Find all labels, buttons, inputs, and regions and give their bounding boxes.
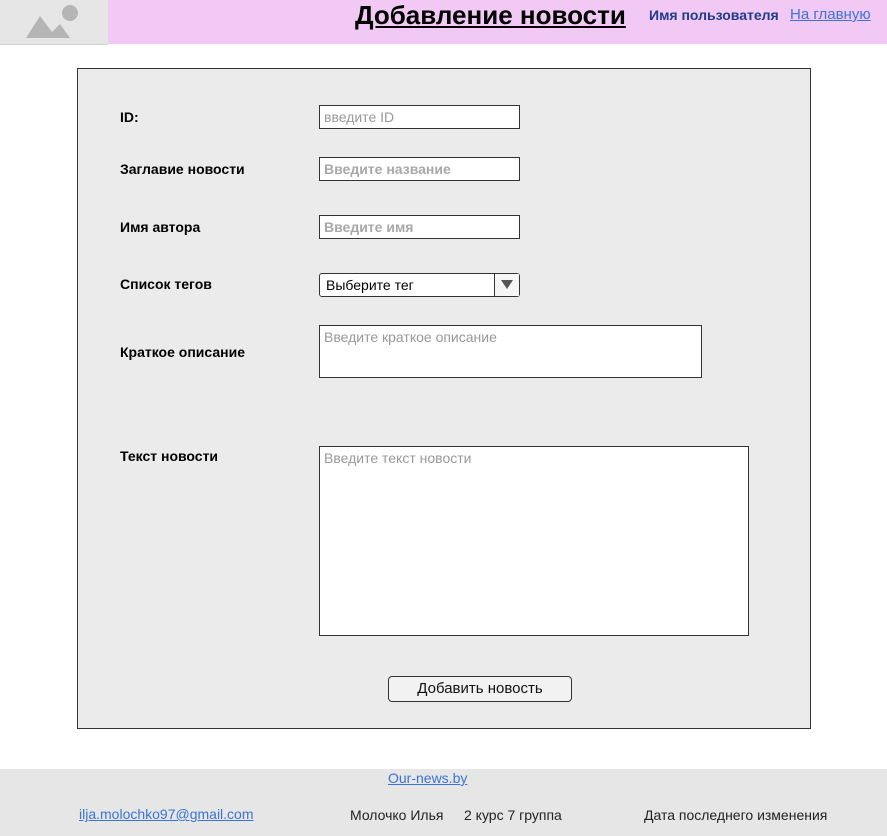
title-input[interactable] (319, 157, 520, 181)
user-name[interactable]: Имя пользователя (649, 7, 779, 23)
dropdown-arrow[interactable] (494, 274, 519, 296)
title-label: Заглавие новости (120, 161, 245, 177)
author-input[interactable] (319, 215, 520, 239)
summary-label: Краткое описание (120, 344, 245, 360)
footer: Our-news.by ilja.molochko97@gmail.com Мо… (0, 769, 887, 836)
author-label: Имя автора (120, 219, 201, 235)
body-label: Текст новости (120, 448, 219, 464)
image-placeholder-icon (26, 5, 78, 38)
logo (0, 0, 108, 45)
add-news-form: ID: Заглавие новости Имя автора Список т… (77, 68, 811, 729)
body-textarea[interactable] (319, 446, 749, 636)
site-link[interactable]: Our-news.by (388, 770, 467, 786)
summary-textarea[interactable] (319, 325, 702, 378)
header: Добавление новости Имя пользователя На г… (0, 0, 887, 45)
footer-author: Молочко Илья (350, 807, 444, 823)
footer-group: 2 курс 7 группа (464, 807, 562, 823)
page-title: Добавление новости (355, 0, 626, 30)
tags-select-value: Выберите тег (326, 277, 414, 293)
add-news-button[interactable]: Добавить новость (388, 676, 572, 702)
id-input[interactable] (319, 105, 520, 129)
home-link[interactable]: На главную (790, 6, 871, 23)
tags-select[interactable]: Выберите тег (319, 273, 520, 297)
email-link[interactable]: ilja.molochko97@gmail.com (79, 806, 254, 822)
id-label: ID: (120, 109, 139, 125)
last-modified-label: Дата последнего изменения (644, 807, 828, 823)
triangle-down-icon (501, 280, 513, 289)
tags-label: Список тегов (120, 276, 212, 292)
